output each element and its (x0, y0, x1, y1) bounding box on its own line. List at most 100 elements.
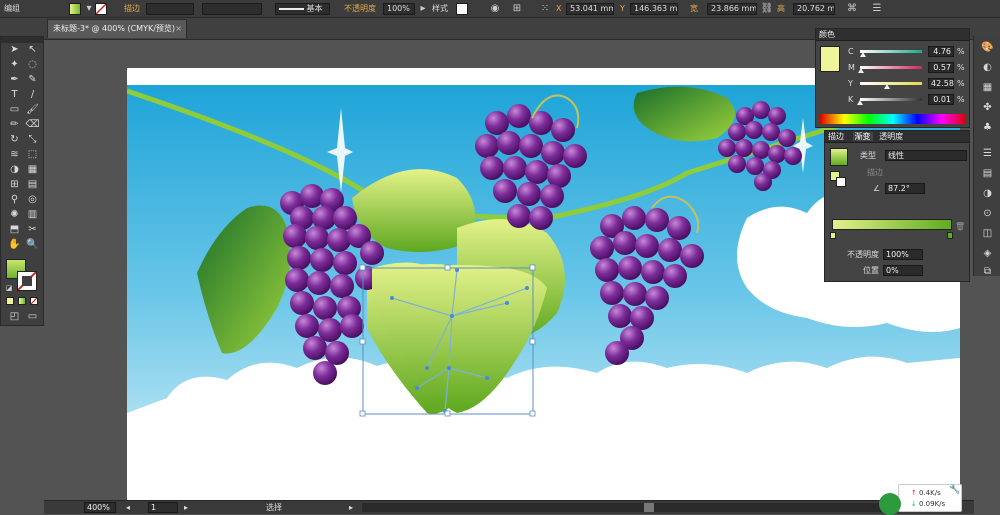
brush-profile-select[interactable]: 基本 (275, 3, 330, 15)
height-input[interactable]: 20.762 mm (793, 3, 835, 15)
opacity-label[interactable]: 不透明度 (344, 3, 376, 15)
scale-tool-icon[interactable]: ⤡ (25, 132, 40, 147)
artboard-tool-icon[interactable]: ⬒ (7, 222, 22, 237)
column-graph-tool-icon[interactable]: ▥ (25, 207, 40, 222)
rectangle-tool-icon[interactable]: ▭ (7, 102, 22, 117)
stroke-label[interactable]: 描边 (124, 3, 140, 15)
pen-tool-icon[interactable]: ✒ (7, 72, 22, 87)
document-tab[interactable]: 未标题-3* @ 400% (CMYK/预览) × (47, 19, 187, 38)
channel-slider-c[interactable] (860, 50, 922, 53)
recolor-icon[interactable]: ◉ (488, 2, 502, 16)
eyedropper-tool-icon[interactable]: ⚲ (7, 192, 22, 207)
color-preview-swatch[interactable] (820, 46, 840, 72)
channel-thumb-k[interactable] (857, 100, 863, 105)
channel-slider-m[interactable] (860, 66, 922, 69)
brushes-icon[interactable]: ✤ (980, 100, 995, 115)
gradient-thumbnail[interactable] (830, 148, 848, 166)
gradient-angle-input[interactable]: 87.2° (885, 183, 925, 194)
opacity-input[interactable]: 100% (383, 3, 415, 15)
transform-icon[interactable]: ⌘ (845, 2, 859, 16)
gradient-stroke-box[interactable] (836, 177, 846, 187)
slice-tool-icon[interactable]: ✂ (25, 222, 40, 237)
chevron-right-icon[interactable]: ▸ (416, 2, 430, 16)
channel-thumb-m[interactable] (857, 68, 864, 73)
stroke-swatch[interactable] (95, 3, 107, 15)
rotate-tool-icon[interactable]: ↻ (7, 132, 22, 147)
magic-wand-tool-icon[interactable]: ✦ (7, 57, 22, 72)
zoom-tool-icon[interactable]: 🔍 (25, 237, 40, 252)
selection-tool-icon[interactable]: ➤ (7, 42, 22, 57)
channel-input-k[interactable]: 0.01 (928, 94, 954, 105)
gradient-position-input[interactable]: 0% (883, 265, 923, 276)
link-icon[interactable]: ⛓ (760, 2, 774, 16)
screen-mode-icon[interactable]: ▭ (25, 309, 40, 324)
gradient-slider[interactable] (832, 219, 952, 230)
appearance-icon[interactable]: ⊙ (980, 206, 995, 221)
default-colors-icon[interactable]: ◪ (5, 281, 13, 296)
hand-tool-icon[interactable]: ✋ (7, 237, 22, 252)
y-input[interactable]: 146.363 mm (630, 3, 678, 15)
panel-menu-icon[interactable]: ☰ (870, 2, 884, 16)
channel-input-m[interactable]: 0.57 (928, 62, 954, 73)
tab-transparency[interactable]: 透明度 (879, 132, 903, 141)
lasso-tool-icon[interactable]: ◌ (25, 57, 40, 72)
tab-stroke[interactable]: 描边 (828, 132, 844, 141)
none-mode-icon[interactable] (30, 297, 38, 305)
channel-slider-k[interactable] (860, 98, 922, 101)
x-input[interactable]: 53.041 mm (566, 3, 614, 15)
graphic-styles-icon[interactable]: ◫ (980, 226, 995, 241)
symbols-icon[interactable]: ♣ (980, 120, 995, 135)
fill-swatch[interactable] (69, 3, 81, 15)
transparency-panel-icon[interactable]: ◑ (980, 186, 995, 201)
artboards-icon[interactable]: ⧉ (980, 264, 995, 279)
draw-mode-icon[interactable]: ◰ (7, 309, 22, 324)
shape-builder-tool-icon[interactable]: ◑ (7, 162, 22, 177)
tab-gradient[interactable]: 渐变 (852, 132, 873, 141)
gradient-type-select[interactable]: 线性 (885, 150, 967, 161)
stroke-weight-input[interactable] (146, 3, 194, 15)
color-mode-icon[interactable] (6, 297, 14, 305)
type-tool-icon[interactable]: T (7, 87, 22, 102)
channel-thumb-y[interactable] (883, 84, 890, 89)
prev-artboard-icon[interactable]: ◂ (126, 502, 130, 513)
stroke-panel-icon[interactable]: ☰ (980, 146, 995, 161)
width-input[interactable]: 23.866 mm (707, 3, 757, 15)
reference-point-icon[interactable]: ⁙ (538, 2, 552, 16)
paintbrush-tool-icon[interactable]: 🖌 (25, 102, 40, 117)
wrench-icon[interactable]: 🔧 (949, 485, 960, 495)
gradient-panel-icon[interactable]: ▤ (980, 166, 995, 181)
mesh-tool-icon[interactable]: ⊞ (7, 177, 22, 192)
line-tool-icon[interactable]: / (25, 87, 40, 102)
chevron-down-icon[interactable]: ▾ (82, 2, 96, 16)
warp-tool-icon[interactable]: ≋ (7, 147, 22, 162)
zoom-select[interactable]: 400% (84, 502, 116, 513)
next-artboard-icon[interactable]: ▸ (184, 502, 188, 513)
curvature-tool-icon[interactable]: ✎ (25, 72, 40, 87)
gradient-opacity-input[interactable]: 100% (883, 249, 923, 260)
color-guide-icon[interactable]: ◐ (980, 60, 995, 75)
blend-tool-icon[interactable]: ◎ (25, 192, 40, 207)
close-icon[interactable]: × (175, 20, 182, 38)
gradient-stop-start[interactable] (830, 232, 836, 239)
channel-input-y[interactable]: 42.58 (928, 78, 954, 89)
gradient-stop-end[interactable] (947, 232, 953, 239)
color-panel-icon[interactable]: 🎨 (980, 40, 995, 55)
channel-slider-y[interactable] (860, 82, 922, 85)
align-icon[interactable]: ⊞ (510, 2, 524, 16)
free-transform-tool-icon[interactable]: ⬚ (25, 147, 40, 162)
stroke-color-box[interactable] (17, 271, 37, 291)
channel-thumb-c[interactable] (860, 52, 867, 57)
gradient-mode-icon[interactable] (18, 297, 26, 305)
scrollbar-thumb[interactable] (644, 503, 654, 512)
layers-icon[interactable]: ◈ (980, 246, 995, 261)
perspective-grid-tool-icon[interactable]: ▦ (25, 162, 40, 177)
pencil-tool-icon[interactable]: ✏ (7, 117, 22, 132)
symbol-sprayer-tool-icon[interactable]: ✺ (7, 207, 22, 222)
direct-selection-tool-icon[interactable]: ↖ (25, 42, 40, 57)
channel-input-c[interactable]: 4.76 (928, 46, 954, 57)
variable-width-select[interactable] (202, 3, 262, 15)
color-spectrum[interactable] (820, 114, 966, 124)
swatches-icon[interactable]: ▦ (980, 80, 995, 95)
delete-stop-icon[interactable]: 🗑 (955, 221, 965, 232)
style-swatch[interactable] (456, 3, 468, 15)
